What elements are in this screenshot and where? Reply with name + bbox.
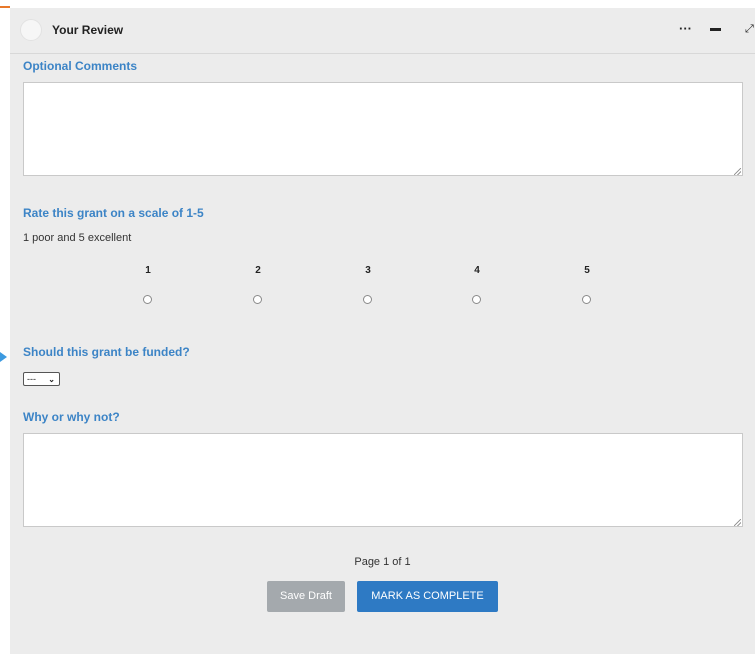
resize-grip-icon[interactable] bbox=[734, 519, 741, 526]
expand-icon[interactable]: ⤢ bbox=[745, 20, 754, 38]
funded-label: Should this grant be funded? bbox=[23, 345, 190, 359]
rating-radio-3[interactable] bbox=[363, 295, 372, 304]
avatar bbox=[20, 19, 42, 41]
page: Your Review ··· ⤢ Optional Comments Rate… bbox=[0, 0, 755, 654]
rating-label: Rate this grant on a scale of 1-5 bbox=[23, 206, 204, 220]
rating-radio-4[interactable] bbox=[472, 295, 481, 304]
more-options-icon[interactable]: ··· bbox=[679, 20, 692, 38]
mark-as-complete-button[interactable]: MARK AS COMPLETE bbox=[357, 581, 498, 612]
funded-select-value: --- bbox=[27, 374, 36, 384]
rating-option-label-4: 4 bbox=[474, 265, 480, 276]
rating-option-label-1: 1 bbox=[145, 265, 151, 276]
rating-option-label-5: 5 bbox=[584, 265, 590, 276]
accent-line bbox=[0, 6, 10, 8]
reason-label: Why or why not? bbox=[23, 410, 120, 424]
page-indicator: Page 1 of 1 bbox=[354, 556, 411, 568]
optional-comments-label: Optional Comments bbox=[23, 59, 138, 73]
panel-title: Your Review bbox=[52, 23, 124, 37]
resize-grip-icon[interactable] bbox=[734, 168, 741, 175]
panel-header: Your Review ··· ⤢ bbox=[10, 8, 755, 54]
save-draft-button[interactable]: Save Draft bbox=[267, 581, 345, 612]
rating-radio-1[interactable] bbox=[143, 295, 152, 304]
minimize-icon[interactable] bbox=[710, 20, 721, 38]
rating-radio-2[interactable] bbox=[253, 295, 262, 304]
rating-hint: 1 poor and 5 excellent bbox=[23, 232, 132, 244]
funded-select[interactable]: --- ⌄ bbox=[23, 372, 60, 386]
review-panel: Your Review ··· ⤢ Optional Comments Rate… bbox=[10, 8, 755, 654]
pointer-arrow-icon bbox=[0, 352, 7, 362]
chevron-down-icon: ⌄ bbox=[48, 375, 55, 384]
optional-comments-textarea[interactable] bbox=[23, 82, 743, 176]
reason-textarea[interactable] bbox=[23, 433, 743, 527]
rating-option-label-2: 2 bbox=[255, 265, 261, 276]
rating-radio-5[interactable] bbox=[582, 295, 591, 304]
rating-option-label-3: 3 bbox=[365, 265, 371, 276]
